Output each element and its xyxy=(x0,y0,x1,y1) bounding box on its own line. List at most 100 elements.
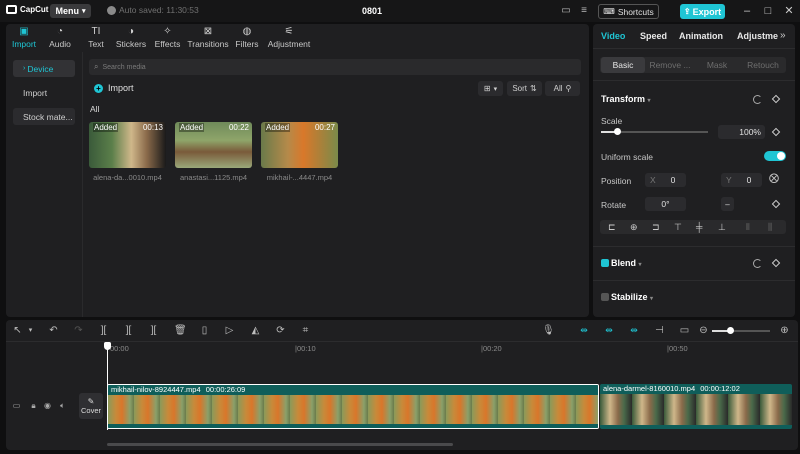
lock-icon[interactable]: 🔒︎ xyxy=(29,401,38,410)
undo-icon[interactable]: ↶ xyxy=(48,325,59,336)
more-tabs-icon[interactable]: » xyxy=(780,30,786,41)
tab-adjustment[interactable]: Adjustme xyxy=(737,31,778,41)
tab-text[interactable]: TI Text xyxy=(86,24,106,52)
tab-stickers[interactable]: ◑ Stickers xyxy=(116,24,146,52)
timeline-clip[interactable]: alena-darmel-8160010.mp4 00:00:12:02 xyxy=(600,384,792,429)
segment-retouch[interactable]: Retouch xyxy=(741,57,785,73)
preview-axis-icon[interactable]: ▭ xyxy=(679,325,690,336)
scale-field[interactable]: 100% xyxy=(718,125,765,139)
linkage-icon[interactable]: ⇹ xyxy=(626,324,642,337)
transform-title[interactable]: Transform ▾ xyxy=(601,94,651,104)
align-center-icon[interactable]: ⊕ xyxy=(630,220,638,234)
stabilize-checkbox[interactable] xyxy=(601,293,609,301)
minimize-icon[interactable]: – xyxy=(740,4,754,18)
audio-icon: ◔ xyxy=(56,26,64,37)
tab-speed[interactable]: Speed xyxy=(640,31,667,41)
redo-icon[interactable]: ↷ xyxy=(73,325,84,336)
keyframe-cross-icon[interactable]: ⨂ xyxy=(769,173,779,184)
media-item[interactable]: Added 00:22 xyxy=(175,122,252,168)
search-icon: ⌕ xyxy=(94,62,99,71)
media-item[interactable]: Added 00:27 xyxy=(261,122,338,168)
clip-duration: 00:00:12:02 xyxy=(700,384,740,393)
align-left-icon[interactable]: ⊏ xyxy=(608,220,616,234)
select-cursor-icon[interactable]: ↖ xyxy=(12,325,23,336)
position-x-field[interactable]: X 0 xyxy=(645,173,686,187)
scale-slider-handle[interactable] xyxy=(614,128,622,135)
align-middle-icon[interactable]: ╪ xyxy=(696,220,702,234)
autosave-text: Auto saved: 11:30:53 xyxy=(119,5,199,15)
uniform-scale-toggle[interactable] xyxy=(764,151,786,161)
tab-label: Import xyxy=(11,39,37,49)
shortcuts-label: Shortcuts xyxy=(617,6,654,17)
segment-remove[interactable]: Remove ... xyxy=(647,57,693,73)
zoom-in-icon[interactable]: ⊕ xyxy=(779,325,790,336)
chevron-down-icon[interactable]: ▾ xyxy=(25,325,36,336)
reset-icon[interactable] xyxy=(753,95,762,104)
divider xyxy=(593,48,795,49)
tab-adjustment[interactable]: ⚟ Adjustment xyxy=(268,24,311,52)
auto-snap-icon[interactable]: ⇹ xyxy=(601,324,617,337)
split-right-icon[interactable]: ][ xyxy=(148,325,159,336)
zoom-slider-handle[interactable] xyxy=(727,327,734,334)
cover-button[interactable]: ✎ Cover xyxy=(79,393,103,419)
tab-animation[interactable]: Animation xyxy=(679,31,723,41)
sidebar-item-stock[interactable]: Stock mate... xyxy=(13,108,75,125)
maximize-icon[interactable]: □ xyxy=(761,4,775,18)
reset-icon[interactable] xyxy=(753,259,762,268)
align-top-icon[interactable]: ⊤ xyxy=(674,220,682,234)
tab-transitions[interactable]: ⊠ Transitions xyxy=(187,24,228,52)
rotate-icon[interactable]: ⟳ xyxy=(275,325,286,336)
align-right-icon[interactable]: ⊐ xyxy=(652,220,660,234)
delete-icon[interactable]: 🗑 xyxy=(174,325,187,336)
tab-filters[interactable]: ◍ Filters xyxy=(235,24,259,52)
segment-mask[interactable]: Mask xyxy=(695,57,739,73)
main-track-magnet-icon[interactable]: ⇹ xyxy=(576,324,592,337)
shortcuts-button[interactable]: ⌨ Shortcuts xyxy=(598,4,659,19)
position-y-field[interactable]: Y 0 xyxy=(721,173,762,187)
segment-basic[interactable]: Basic xyxy=(601,57,645,73)
sort-button[interactable]: Sort ⇅ xyxy=(507,81,542,96)
sidebar-item-device[interactable]: › Device xyxy=(13,60,75,77)
import-button[interactable]: + Import xyxy=(94,83,134,93)
layout-icon[interactable]: ▭ xyxy=(560,5,572,16)
volume-icon[interactable]: 🔈︎ xyxy=(58,401,67,410)
filter-button[interactable]: All ⚲ xyxy=(545,81,580,96)
view-toggle-button[interactable]: ⊞ ▾ xyxy=(478,81,503,96)
split-left-icon[interactable]: ][ xyxy=(123,325,134,336)
align-bottom-icon[interactable]: ⊥ xyxy=(718,220,726,234)
timeline-clip[interactable]: mikhail-nilov-8924447.mp4 00:00:26:09 xyxy=(107,384,599,429)
distribute-horizontal-icon[interactable]: ⫴ xyxy=(746,220,750,234)
split-icon[interactable]: ][ xyxy=(98,325,109,336)
tab-import[interactable]: ▣ Import xyxy=(10,24,38,52)
rotate-direction-button[interactable]: – xyxy=(721,197,734,211)
zoom-out-icon[interactable]: ⊖ xyxy=(698,325,709,336)
mirror-icon[interactable]: ◭ xyxy=(250,325,261,336)
crop-icon[interactable]: ⌗ xyxy=(300,325,311,336)
tab-effects[interactable]: ✧ Effects xyxy=(154,24,181,52)
track-thumbnail-icon[interactable]: ▭ xyxy=(12,401,21,410)
project-title[interactable]: 0801 xyxy=(362,6,382,16)
distribute-vertical-icon[interactable]: ⫼ xyxy=(768,220,772,234)
playhead-handle[interactable] xyxy=(104,342,111,350)
microphone-icon[interactable]: 🎙 xyxy=(542,325,555,336)
blend-title[interactable]: Blend ▾ xyxy=(611,258,642,268)
blend-checkbox[interactable] xyxy=(601,259,609,267)
divider xyxy=(6,341,798,342)
sidebar-item-import[interactable]: Import xyxy=(13,84,75,101)
window-layout-icon[interactable]: ≡ xyxy=(578,5,590,16)
menu-button[interactable]: Menu ▾ xyxy=(50,4,91,18)
playhead[interactable] xyxy=(107,343,108,430)
freeze-icon[interactable]: ▯ xyxy=(199,325,210,336)
media-item[interactable]: Added 00:13 xyxy=(89,122,166,168)
timeline-scrollbar[interactable] xyxy=(107,443,453,446)
close-icon[interactable]: ✕ xyxy=(782,4,796,18)
tab-audio[interactable]: ◔ Audio xyxy=(47,24,73,52)
search-input[interactable]: ⌕ Search media xyxy=(89,59,581,75)
rotate-field[interactable]: 0° xyxy=(645,197,686,211)
eye-icon[interactable]: ◉ xyxy=(43,401,52,410)
split-preview-icon[interactable]: ⊣ xyxy=(654,325,665,336)
stabilize-title[interactable]: Stabilize ▾ xyxy=(611,292,653,302)
play-circle-icon[interactable]: ▷ xyxy=(224,325,235,336)
tab-video[interactable]: Video xyxy=(601,31,625,41)
export-button[interactable]: ⇪ Export xyxy=(680,4,725,19)
